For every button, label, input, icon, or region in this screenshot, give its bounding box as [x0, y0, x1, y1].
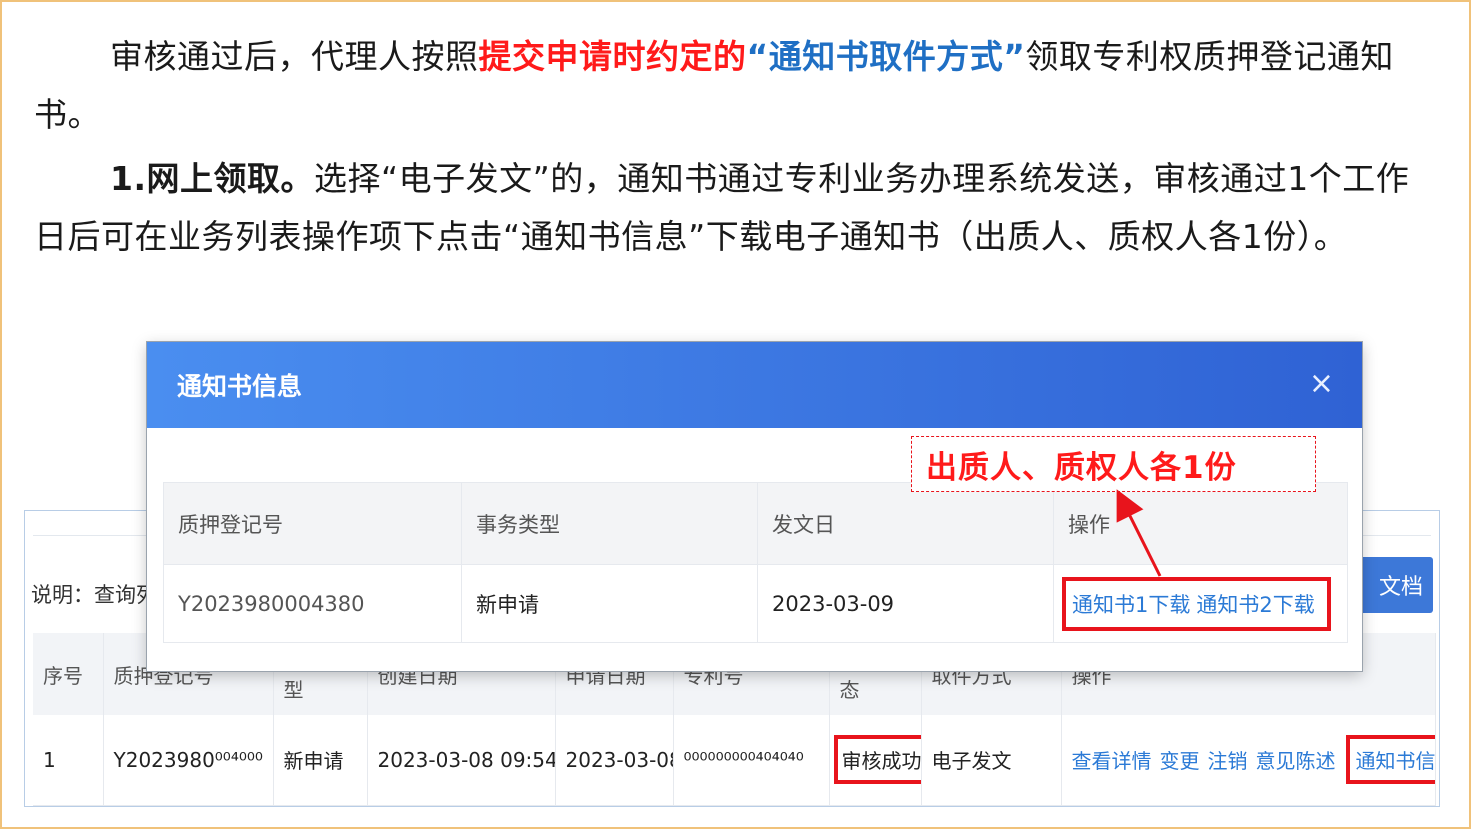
intro-highlight-blue: “通知书取件方式” — [746, 37, 1026, 76]
modal-col-date: 发文日 — [757, 482, 1054, 565]
modal-cell-type: 新申请 — [461, 564, 758, 643]
intro-paragraph: 审核通过后，代理人按照提交申请时约定的“通知书取件方式”领取专利权质押登记通知书… — [34, 28, 1434, 144]
notice-info-link[interactable]: 通知书信息 — [1345, 735, 1434, 785]
notice2-download-link[interactable]: 通知书2下载 — [1196, 593, 1314, 617]
cell-pickup: 电子发文 — [921, 715, 1062, 806]
change-link[interactable]: 变更 — [1160, 749, 1200, 773]
cancel-link[interactable]: 注销 — [1208, 749, 1248, 773]
online-pickup-paragraph: 1.网上领取。选择“电子发文”的，通知书通过专利业务办理系统发送，审核通过1个工… — [34, 150, 1434, 266]
notice-info-modal: 通知书信息 × 质押登记号 事务类型 发文日 操作 Y2023980004380… — [147, 342, 1362, 671]
cell-patent-no: ⁰⁰⁰⁰⁰⁰⁰⁰⁰⁴⁰⁴⁰⁴⁰ — [673, 715, 830, 806]
modal-header: 通知书信息 × — [147, 342, 1362, 428]
table-row: Y2023980004380 新申请 2023-03-09 通知书1下载 通知书2… — [163, 564, 1348, 643]
table-row: 1 Y2023980⁰⁰⁴⁰⁰⁰ 新申请 2023-03-08 09:54:14… — [33, 715, 1436, 806]
modal-cell-date: 2023-03-09 — [757, 564, 1054, 643]
cell-applied: 2023-03-08 — [555, 715, 674, 806]
cell-seq: 1 — [33, 715, 104, 806]
notice1-download-link[interactable]: 通知书1下载 — [1072, 593, 1190, 617]
status-badge: 审核成功 — [833, 735, 920, 785]
online-pickup-heading: 1.网上领取。 — [110, 159, 314, 198]
close-icon[interactable]: × — [1309, 366, 1334, 401]
modal-cell-ops: 通知书1下载 通知书2下载 — [1053, 564, 1348, 643]
modal-col-ops: 操作 — [1053, 482, 1348, 565]
modal-table: 质押登记号 事务类型 发文日 操作 Y2023980004380 新申请 202… — [163, 482, 1348, 643]
opinion-link[interactable]: 意见陈述 — [1256, 749, 1336, 773]
download-links-box: 通知书1下载 通知书2下载 — [1062, 576, 1331, 631]
cell-type: 新申请 — [273, 715, 368, 806]
cell-status: 审核成功 — [829, 715, 922, 806]
modal-col-type: 事务类型 — [461, 482, 758, 565]
view-details-link[interactable]: 查看详情 — [1072, 749, 1152, 773]
cell-reg-no: Y2023980⁰⁰⁴⁰⁰⁰ — [103, 715, 274, 806]
callout-label: 出质人、质权人各1份 — [911, 436, 1316, 492]
intro-highlight-red: 提交申请时约定的 — [478, 37, 747, 76]
modal-title: 通知书信息 — [177, 372, 303, 401]
modal-col-reg-no: 质押登记号 — [163, 482, 462, 565]
col-seq: 序号 — [33, 633, 104, 715]
cell-created: 2023-03-08 09:54:14 — [367, 715, 556, 806]
cell-ops: 查看详情变更注销意见陈述通知书信息 — [1061, 715, 1436, 806]
intro-text: 审核通过后，代理人按照 — [110, 37, 479, 76]
modal-cell-reg-no: Y2023980004380 — [163, 564, 462, 643]
modal-header-row: 质押登记号 事务类型 发文日 操作 — [163, 482, 1348, 565]
